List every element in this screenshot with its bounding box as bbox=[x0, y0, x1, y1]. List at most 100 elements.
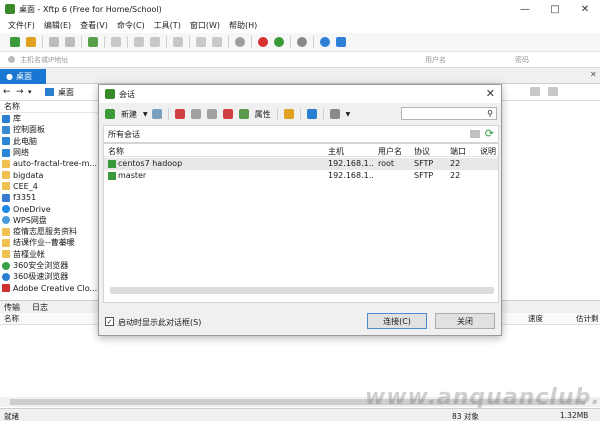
minimize-icon[interactable]: — bbox=[510, 0, 540, 18]
session-folder-header: 所有会话 ⟳ bbox=[103, 125, 499, 143]
refresh-icon[interactable]: ⟳ bbox=[485, 128, 494, 139]
tab-transfer[interactable]: 传输 bbox=[4, 302, 20, 313]
col-protocol[interactable]: 协议 bbox=[414, 146, 430, 157]
delete-icon[interactable] bbox=[222, 109, 233, 119]
view-icon[interactable] bbox=[530, 87, 540, 96]
close-icon[interactable]: ✕ bbox=[570, 0, 600, 18]
connect-icon[interactable] bbox=[49, 37, 59, 47]
name-column-header[interactable]: 名称 bbox=[0, 101, 98, 113]
dropdown-icon[interactable]: ▾ bbox=[28, 88, 32, 96]
session-search-input[interactable]: ⚲ bbox=[401, 107, 497, 120]
close-button[interactable]: 关闭 bbox=[435, 313, 495, 329]
info-icon[interactable] bbox=[336, 37, 346, 47]
view-icon[interactable] bbox=[329, 109, 340, 119]
chevron-down-icon[interactable]: ▼ bbox=[143, 111, 148, 118]
col-desc[interactable]: 说明 bbox=[480, 146, 496, 157]
shortcut-icon[interactable] bbox=[306, 109, 317, 119]
table-row[interactable]: centos7 hadoop 192.168.1.... root SFTP 2… bbox=[104, 158, 498, 170]
col-name[interactable]: 名称 bbox=[4, 313, 19, 324]
chevron-down-icon[interactable]: ▼ bbox=[346, 111, 351, 118]
menu-file[interactable]: 文件(F) bbox=[8, 20, 35, 31]
startup-checkbox-label: 启动时显示此对话框(S) bbox=[118, 318, 202, 327]
session-props-icon[interactable] bbox=[88, 37, 98, 47]
cut-icon[interactable] bbox=[174, 109, 185, 119]
stop-icon[interactable] bbox=[235, 37, 245, 47]
layout-icon[interactable] bbox=[196, 37, 206, 47]
menu-view[interactable]: 查看(V) bbox=[80, 20, 108, 31]
list-item[interactable]: 结课作业--曹蓁暖 bbox=[0, 237, 98, 248]
tab-log[interactable]: 日志 bbox=[32, 302, 48, 313]
username-input[interactable]: 用户名 bbox=[425, 55, 446, 65]
sync-icon[interactable] bbox=[173, 37, 183, 47]
shortcut-icon bbox=[2, 193, 10, 202]
toolbar-divider bbox=[251, 36, 252, 48]
forward-icon[interactable]: → bbox=[16, 87, 24, 97]
list-item[interactable]: WPS网盘 bbox=[0, 215, 98, 226]
list-item[interactable]: 此电脑 bbox=[0, 136, 98, 147]
folder-icon[interactable] bbox=[283, 109, 294, 119]
paste-icon[interactable] bbox=[206, 109, 217, 119]
list-item[interactable]: 360安全浏览器 bbox=[0, 260, 98, 271]
menu-command[interactable]: 命令(C) bbox=[117, 20, 145, 31]
list-item[interactable]: CEE_4 bbox=[0, 181, 98, 192]
list-item[interactable]: bigdata bbox=[0, 169, 98, 180]
paste-icon[interactable] bbox=[150, 37, 160, 47]
toolbar-divider bbox=[290, 36, 291, 48]
password-input[interactable]: 密码 bbox=[515, 55, 529, 65]
menu-help[interactable]: 帮助(H) bbox=[229, 20, 257, 31]
table-row[interactable]: master 192.168.1.... SFTP 22 bbox=[104, 170, 498, 182]
session-name: master bbox=[118, 171, 147, 180]
menu-window[interactable]: 窗口(W) bbox=[190, 20, 220, 31]
list-item[interactable]: 库 bbox=[0, 113, 98, 124]
menu-tools[interactable]: 工具(T) bbox=[154, 20, 181, 31]
properties-icon[interactable] bbox=[238, 109, 249, 119]
list-item[interactable]: 疫情志愿服务资料 bbox=[0, 226, 98, 237]
folder-icon bbox=[2, 182, 10, 191]
list-item[interactable]: 网络 bbox=[0, 147, 98, 158]
list-item[interactable]: f3351 bbox=[0, 192, 98, 203]
list-item[interactable]: 控制面板 bbox=[0, 124, 98, 135]
list-item[interactable]: auto-fractal-tree-m... bbox=[0, 158, 98, 169]
maximize-icon[interactable]: □ bbox=[540, 0, 570, 18]
col-user[interactable]: 用户名 bbox=[378, 146, 402, 157]
refresh-icon[interactable] bbox=[212, 37, 222, 47]
path-field[interactable]: 桌面 bbox=[58, 87, 74, 98]
host-input[interactable]: 主机名或IP地址 bbox=[20, 55, 68, 65]
open-folder-icon[interactable] bbox=[26, 37, 36, 47]
dialog-close-icon[interactable]: ✕ bbox=[486, 87, 495, 100]
list-item[interactable]: OneDrive bbox=[0, 203, 98, 214]
table-scrollbar[interactable] bbox=[110, 287, 494, 294]
disconnect-icon[interactable] bbox=[65, 37, 75, 47]
toolbar-divider bbox=[313, 36, 314, 48]
copy-icon[interactable] bbox=[190, 109, 201, 119]
list-item[interactable]: 苗槿业帐 bbox=[0, 249, 98, 260]
terminal-icon[interactable] bbox=[111, 37, 121, 47]
menu-edit[interactable]: 编辑(E) bbox=[44, 20, 71, 31]
session-icon bbox=[108, 172, 116, 180]
gear-icon[interactable] bbox=[297, 37, 307, 47]
import-icon[interactable] bbox=[151, 109, 162, 119]
xshell-icon[interactable] bbox=[258, 37, 268, 47]
session-protocol: SFTP bbox=[414, 159, 434, 168]
col-port[interactable]: 端口 bbox=[450, 146, 466, 157]
col-host[interactable]: 主机 bbox=[328, 146, 344, 157]
new-folder-icon[interactable] bbox=[470, 130, 480, 138]
connect-button[interactable]: 连接(C) bbox=[367, 313, 427, 329]
copy-icon[interactable] bbox=[134, 37, 144, 47]
startup-checkbox[interactable]: ✓ bbox=[105, 317, 114, 326]
help-icon[interactable] bbox=[320, 37, 330, 47]
col-eta[interactable]: 估计剩 bbox=[576, 313, 599, 324]
new-button[interactable]: 新建 bbox=[121, 109, 137, 120]
tab-desktop[interactable]: ● 桌面 bbox=[0, 69, 46, 84]
new-session-icon[interactable] bbox=[10, 37, 20, 47]
col-speed[interactable]: 速度 bbox=[528, 313, 543, 324]
properties-button[interactable]: 属性 bbox=[255, 109, 271, 120]
transfer-icon[interactable] bbox=[274, 37, 284, 47]
list-item[interactable]: 360极速浏览器 bbox=[0, 271, 98, 282]
col-name[interactable]: 名称 bbox=[108, 146, 124, 157]
new-icon[interactable] bbox=[105, 109, 115, 119]
tab-close-icon[interactable]: ✕ bbox=[590, 70, 597, 79]
list-item[interactable]: Adobe Creative Clo... bbox=[0, 282, 98, 293]
layout-icon[interactable] bbox=[548, 87, 558, 96]
back-icon[interactable]: ← bbox=[3, 87, 11, 97]
